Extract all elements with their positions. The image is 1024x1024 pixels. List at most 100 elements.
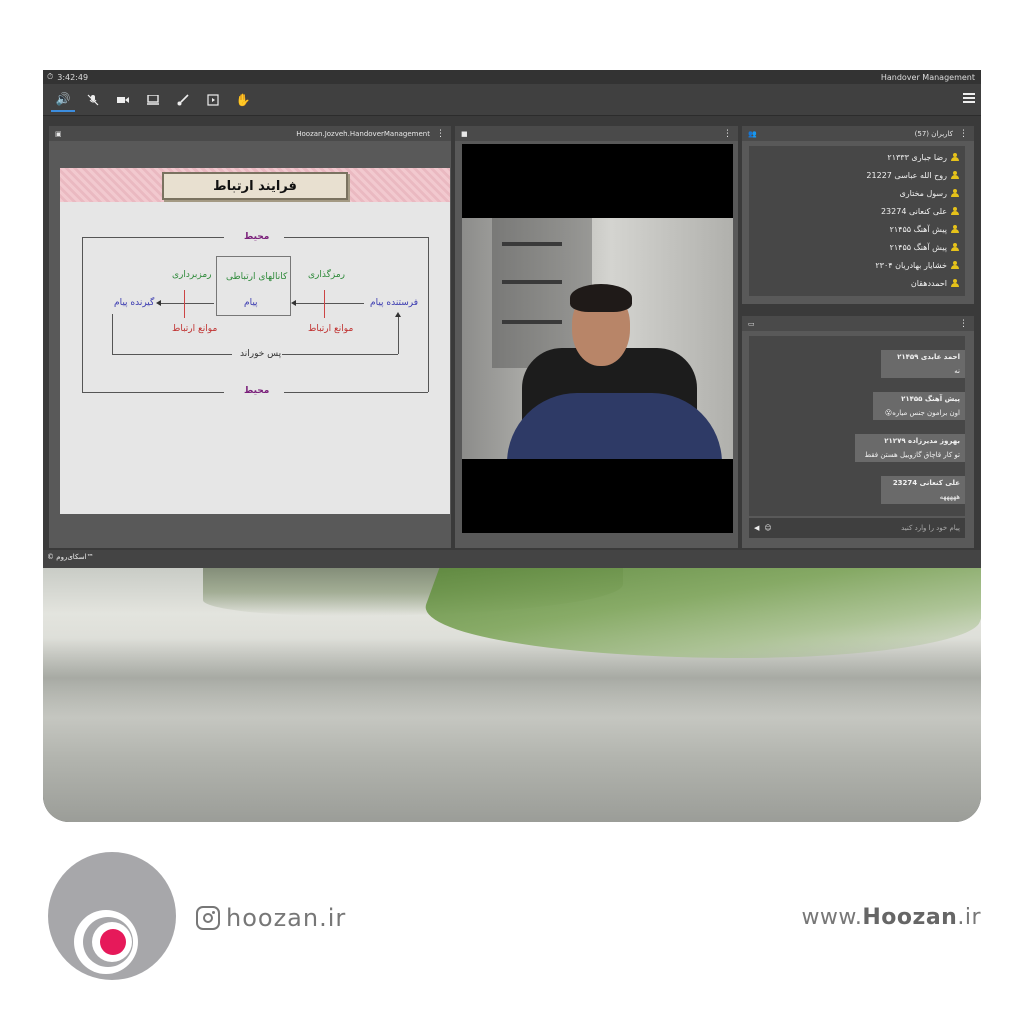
presentation-file-name: Hoozan.Jozveh.HandoverManagement <box>296 129 430 138</box>
speaker-icon[interactable]: 🔊 <box>51 88 75 112</box>
presentation-icon: ▣ <box>55 129 62 138</box>
copyright-bar: © اسکای‌روم™ <box>43 550 981 568</box>
user-icon <box>951 170 959 180</box>
screenshot-frame: ⏱ 3:42:49 Handover Management 🔊 ✋ ▣ Hooz… <box>43 70 981 822</box>
barriers-right-label: موانع ارتباط <box>308 324 354 334</box>
session-clock: 3:42:49 <box>57 72 89 82</box>
env-top-label: محیط <box>244 232 270 242</box>
user-name: پیش آهنگ ۲۱۴۵۵ <box>889 224 947 234</box>
message-text: تو کار قاچاق گازوییل هستن فقط <box>864 451 960 459</box>
list-item[interactable]: علی کنعانی 23274 <box>749 202 965 220</box>
user-name: رضا جباری ۲۱۳۳۳ <box>887 152 947 162</box>
more-options-icon[interactable]: ⋮ <box>959 129 968 139</box>
list-item[interactable]: پیش آهنگ ۲۱۴۵۵ <box>749 220 965 238</box>
skyroom-window: ⏱ 3:42:49 Handover Management 🔊 ✋ ▣ Hooz… <box>43 70 981 568</box>
clock-icon: ⏱ <box>47 72 54 81</box>
menu-icon[interactable] <box>963 93 975 103</box>
message-author: علی کنعانی 23274 <box>892 479 960 487</box>
website-name: Hoozan <box>862 905 958 930</box>
website-link[interactable]: www.Hoozan.ir <box>801 905 981 930</box>
website-prefix: www. <box>801 905 863 930</box>
chat-message: پیش آهنگ ۲۱۴۵۵ اون برامون جنس میاره😮 <box>873 392 965 420</box>
barriers-left-label: موانع ارتباط <box>172 324 218 334</box>
decoding-label: رمزبرداری <box>172 270 212 280</box>
user-icon <box>951 224 959 234</box>
emoji-icon[interactable]: ☺ <box>764 524 771 532</box>
chat-icon: ▭ <box>748 319 755 328</box>
video-header: ■ ⋮ <box>455 126 738 141</box>
screen-share-icon[interactable] <box>141 88 165 112</box>
slide: فرایند ارتباط محیط محیط کانالهای ارتباطی… <box>60 168 450 514</box>
user-icon <box>951 278 959 288</box>
list-item[interactable]: رضا جباری ۲۱۳۳۳ <box>749 148 965 166</box>
user-name: خشایار بهادریان ۲۳۰۴ <box>875 260 947 270</box>
users-count-label: کاربران (57) <box>914 129 953 138</box>
chat-panel: ▭ ⋮ احمد عابدی ۲۱۴۵۹ نه پیش آهنگ ۲۱۴۵۵ ا… <box>742 316 974 548</box>
presentation-panel: ▣ Hoozan.Jozveh.HandoverManagement ⋮ فرا… <box>49 126 451 548</box>
webcam-feed <box>462 144 733 533</box>
message-author: بهروز مدیرزاده ۲۱۲۷۹ <box>884 437 960 445</box>
instagram-icon <box>196 906 220 930</box>
website-suffix: .ir <box>957 905 981 930</box>
env-bottom-label: محیط <box>244 386 270 396</box>
chat-message: علی کنعانی 23274 هههههه <box>881 476 965 504</box>
users-icon: 👥 <box>748 129 757 138</box>
user-name: رسول مختاری <box>899 188 947 198</box>
channels-label: کانالهای ارتباطی <box>226 272 288 282</box>
sender-label: فرستنده پیام <box>370 298 419 308</box>
message-author: احمد عابدی ۲۱۴۵۹ <box>897 353 960 361</box>
feedback-label: پس خوراند <box>240 349 282 359</box>
user-name: پیش آهنگ ۲۱۴۵۵ <box>889 242 947 252</box>
user-name: علی کنعانی 23274 <box>880 206 947 216</box>
video-panel: ■ ⋮ <box>455 126 738 548</box>
list-item[interactable]: رسول مختاری <box>749 184 965 202</box>
encoding-label: رمزگذاری <box>308 270 346 280</box>
list-item[interactable]: روح الله عباسی 21227 <box>749 166 965 184</box>
title-bar: ⏱ 3:42:49 Handover Management <box>43 70 981 84</box>
chat-message: احمد عابدی ۲۱۴۵۹ نه <box>881 350 965 378</box>
copyright-text: © اسکای‌روم™ <box>47 553 94 561</box>
background-photo <box>43 568 981 822</box>
message-author: پیش آهنگ ۲۱۴۵۵ <box>901 395 960 403</box>
hoozan-logo <box>48 852 176 980</box>
brush-icon[interactable] <box>171 88 195 112</box>
chat-message: بهروز مدیرزاده ۲۱۲۷۹ تو کار قاچاق گازویی… <box>855 434 965 462</box>
more-options-icon[interactable]: ⋮ <box>959 319 968 329</box>
more-options-icon[interactable]: ⋮ <box>723 129 732 139</box>
chat-header: ▭ ⋮ <box>742 316 974 331</box>
message-text: اون برامون جنس میاره😮 <box>884 409 960 417</box>
message-label: پیام <box>244 298 258 308</box>
instagram-handle[interactable]: hoozan.ir <box>196 904 346 932</box>
list-item[interactable]: خشایار بهادریان ۲۳۰۴ <box>749 256 965 274</box>
users-panel: 👥 کاربران (57) ⋮ رضا جباری ۲۱۳۳۳ روح الل… <box>742 126 974 304</box>
chat-messages[interactable]: احمد عابدی ۲۱۴۵۹ نه پیش آهنگ ۲۱۴۵۵ اون ب… <box>749 336 965 516</box>
send-icon[interactable]: ◀ <box>754 524 759 532</box>
more-options-icon[interactable]: ⋮ <box>436 129 445 139</box>
chat-input-placeholder: پیام خود را وارد کنید <box>901 524 960 532</box>
window-title: Handover Management <box>880 72 975 82</box>
instagram-text: hoozan.ir <box>226 904 347 932</box>
message-text: نه <box>954 367 960 375</box>
list-item[interactable]: احمددهقان <box>749 274 965 292</box>
user-icon <box>951 260 959 270</box>
toolbar: 🔊 ✋ <box>43 84 981 116</box>
user-name: روح الله عباسی 21227 <box>866 170 947 180</box>
chat-input[interactable]: ◀ ☺ پیام خود را وارد کنید <box>749 518 965 538</box>
user-name: احمددهقان <box>910 278 947 288</box>
list-item[interactable]: پیش آهنگ ۲۱۴۵۵ <box>749 238 965 256</box>
camera-icon[interactable] <box>111 88 135 112</box>
video-camera-icon: ■ <box>461 129 468 138</box>
user-icon <box>951 206 959 216</box>
receiver-label: گیرنده پیام <box>114 298 155 308</box>
communication-diagram: محیط محیط کانالهای ارتباطی پیام رمزگذاری… <box>60 168 450 514</box>
webcam-image <box>462 218 733 459</box>
presentation-header: ▣ Hoozan.Jozveh.HandoverManagement ⋮ <box>49 126 451 141</box>
user-icon <box>951 188 959 198</box>
user-icon <box>951 152 959 162</box>
message-text: هههههه <box>939 493 960 501</box>
user-icon <box>951 242 959 252</box>
media-icon[interactable] <box>201 88 225 112</box>
users-list[interactable]: رضا جباری ۲۱۳۳۳ روح الله عباسی 21227 رسو… <box>749 146 965 296</box>
mic-off-icon[interactable] <box>81 88 105 112</box>
raise-hand-icon[interactable]: ✋ <box>231 88 255 112</box>
